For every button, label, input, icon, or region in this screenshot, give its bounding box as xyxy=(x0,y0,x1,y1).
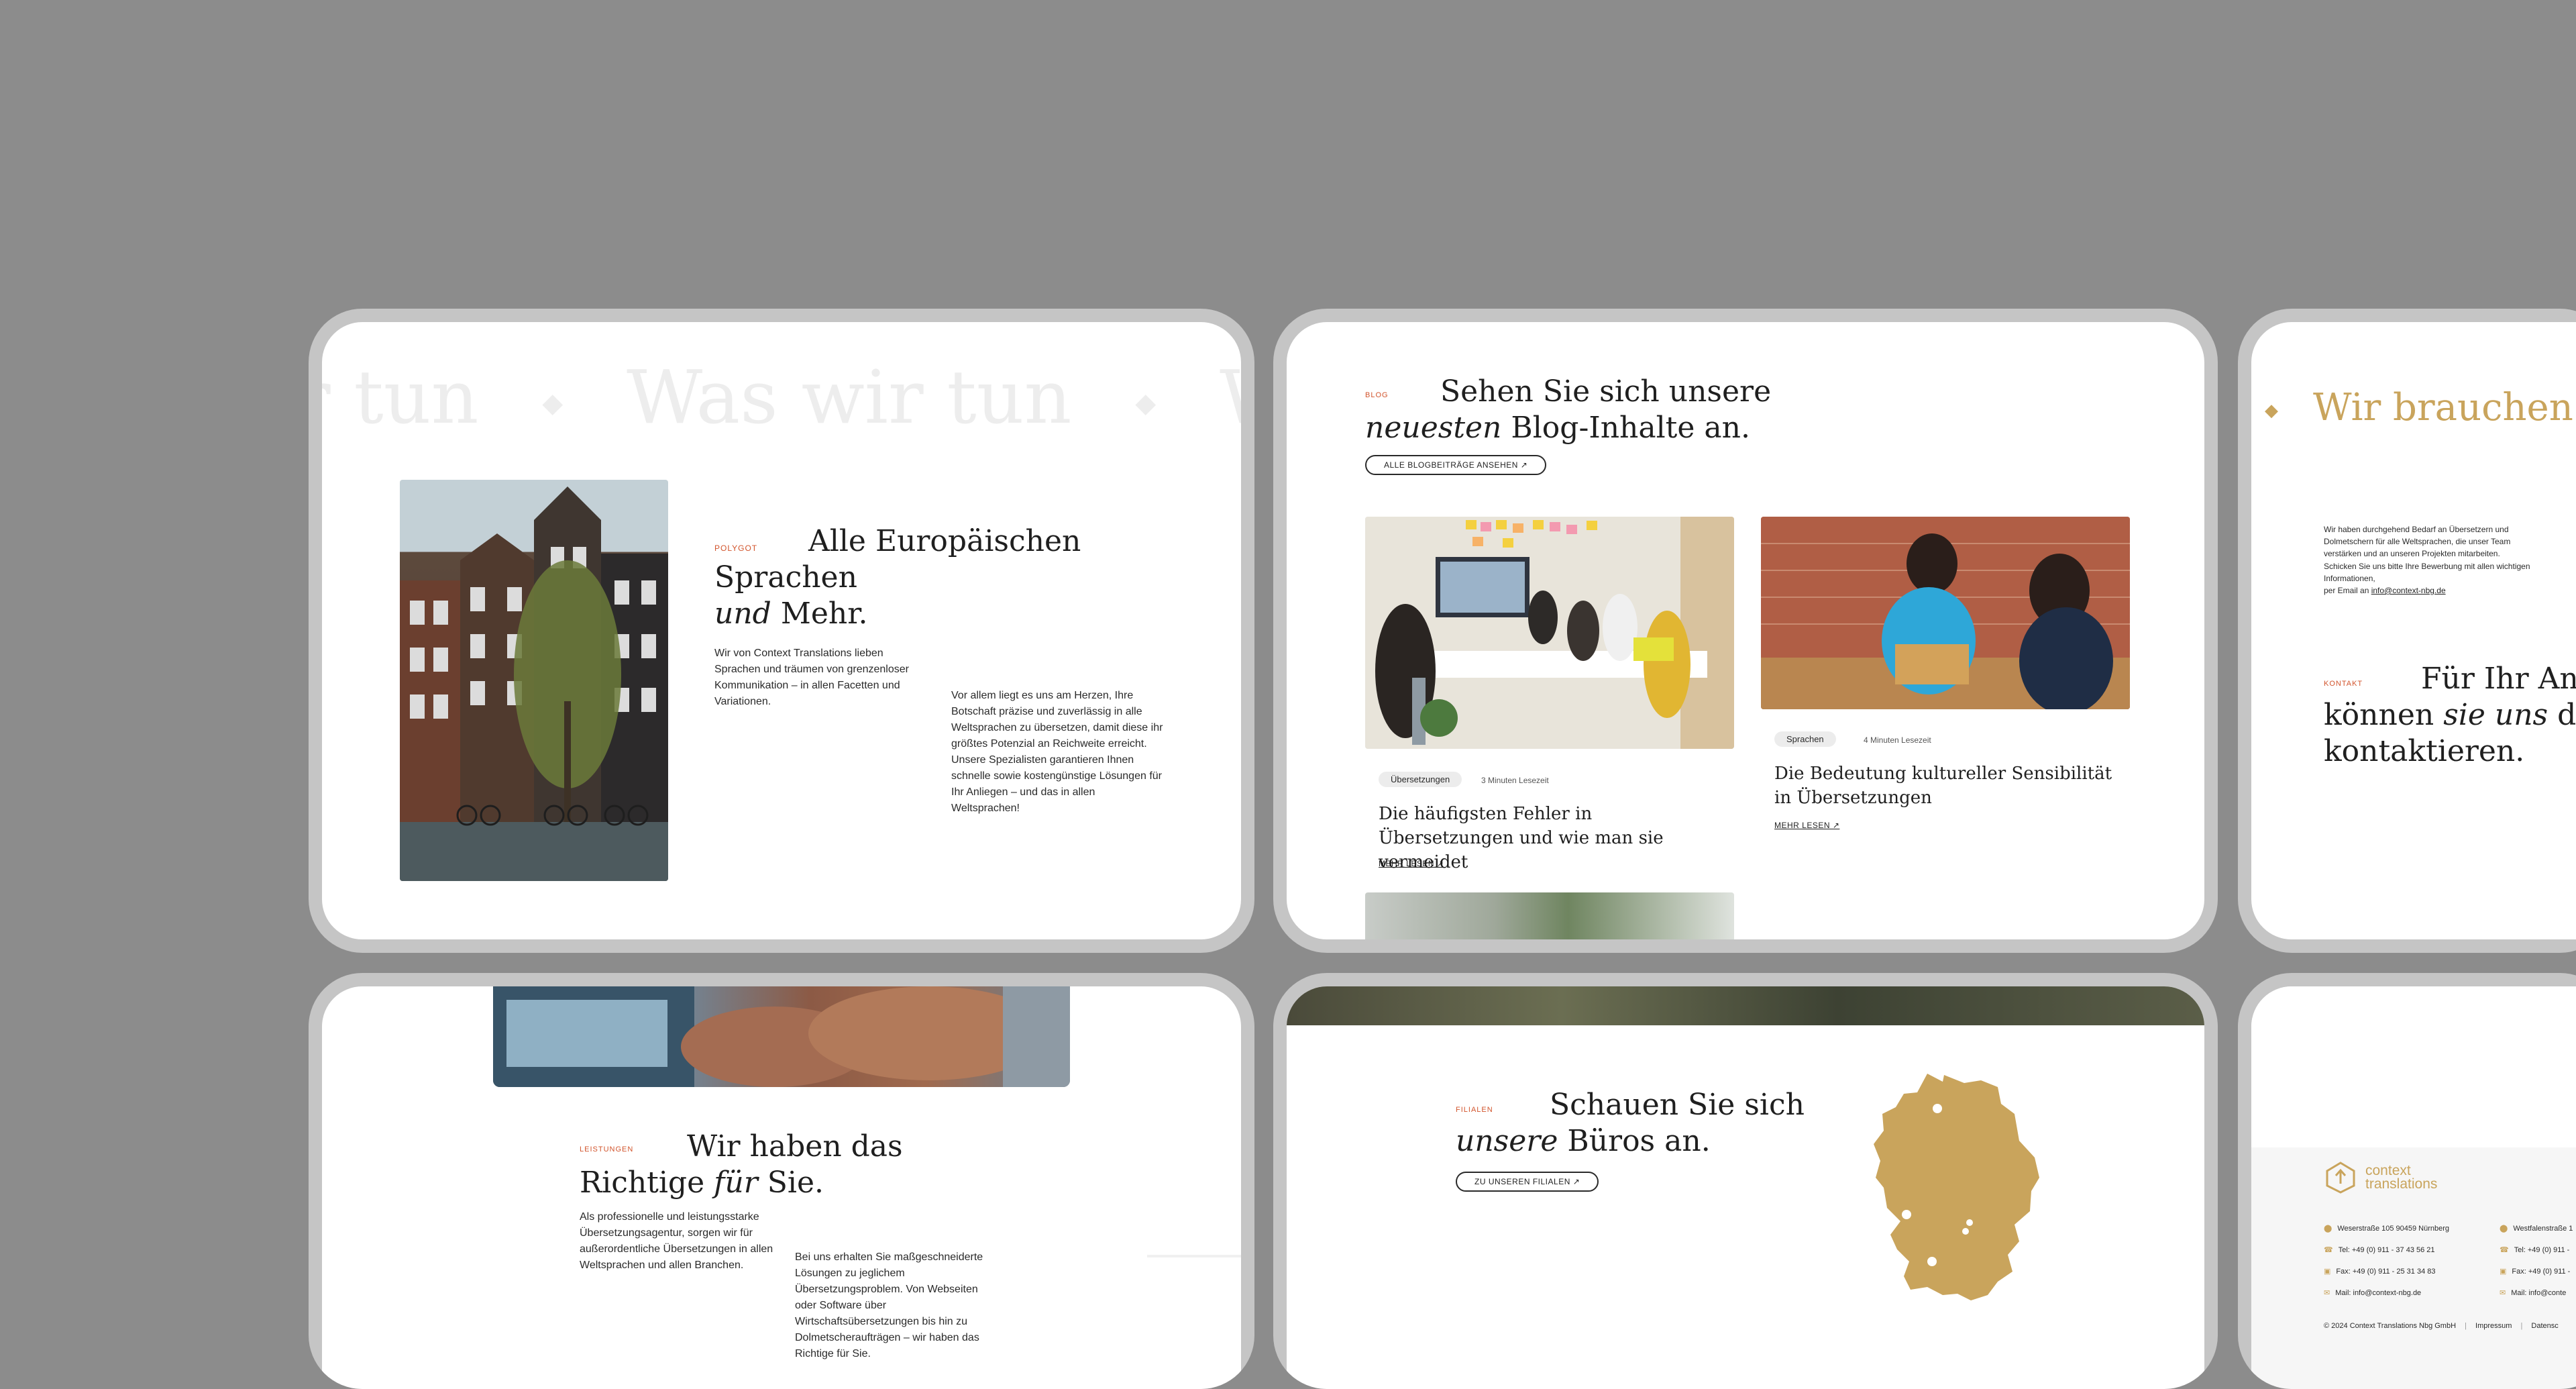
blog-post-image-plants[interactable] xyxy=(1365,892,1734,939)
mail-text[interactable]: Mail: info@conte xyxy=(2511,1289,2566,1297)
phone-text[interactable]: Tel: +49 (0) 911 - 37 43 56 21 xyxy=(2339,1246,2435,1254)
phone-icon: ☎ xyxy=(2324,1246,2333,1254)
post-title[interactable]: Die Bedeutung kultureller Sensibilität i… xyxy=(1774,762,2123,810)
logo-text-line1: context xyxy=(2365,1163,2411,1178)
house-illustration xyxy=(400,486,668,881)
mail-text[interactable]: Mail: info@context-nbg.de xyxy=(2335,1289,2421,1297)
conversation-illustration xyxy=(1761,517,2130,709)
company-logo[interactable]: context translations xyxy=(2324,1161,2437,1194)
offices-button[interactable]: ZU UNSEREN FILIALEN ↗ xyxy=(1456,1172,1599,1192)
location-pin-icon: ⬤ xyxy=(2324,1225,2332,1233)
footer-legal-row: © 2024 Context Translations Nbg GmbH | I… xyxy=(2324,1322,2559,1330)
card-content: BLOG Sehen Sie sich unsere neuesten Blog… xyxy=(1287,322,2204,939)
preview-card-footer: context translations ⬤ Weserstraße 105 90… xyxy=(2238,973,2576,1389)
office-meeting-illustration xyxy=(1365,517,1734,749)
section-heading: Wir haben das Richtige für Sie. xyxy=(580,1129,903,1200)
address-text: Weserstraße 105 90459 Nürnberg xyxy=(2337,1225,2450,1233)
careers-paragraph-1: Wir haben durchgehend Bedarf an Übersetz… xyxy=(2324,525,2511,558)
typing-hands-illustration xyxy=(493,986,1070,1087)
germany-map[interactable] xyxy=(1864,1067,2045,1308)
address-column-2: ⬤ Westfalenstraße 1 ☎ Tel: +49 (0) 911 - ▣… xyxy=(2500,1218,2573,1304)
careers-paragraph-2: Schicken Sie uns bitte Ihre Bewerbung mi… xyxy=(2324,562,2530,595)
forest-banner-photo xyxy=(1287,986,2204,1025)
footer-top-area xyxy=(2251,986,2576,1147)
mail-icon: ✉ xyxy=(2324,1289,2330,1297)
location-pin-icon: ⬤ xyxy=(2500,1225,2508,1233)
card-content: r tun ◆ Was wir tun ◆ Was wi xyxy=(322,322,1241,939)
post-readtime: 3 Minuten Lesezeit xyxy=(1481,776,1549,785)
logo-text-line2: translations xyxy=(2365,1176,2438,1192)
section-heading: Sehen Sie sich unsere neuesten Blog-Inha… xyxy=(1365,374,1772,445)
post-category-tag[interactable]: Sprachen xyxy=(1774,731,1836,747)
germany-map-shape xyxy=(1874,1074,2039,1300)
card-content: LEISTUNGEN Wir haben das Richtige für Si… xyxy=(322,986,1241,1389)
fax-icon: ▣ xyxy=(2500,1268,2507,1276)
impressum-link[interactable]: Impressum xyxy=(2475,1322,2512,1330)
card-content: FILIALEN Schauen Sie sich unsere Büros a… xyxy=(1287,986,2204,1389)
detail-paragraph: Bei uns erhalten Sie maßgeschneiderte Lö… xyxy=(795,1251,983,1359)
detail-paragraph: Vor allem liegt es uns am Herzen, Ihre B… xyxy=(951,690,1163,814)
phone-text[interactable]: Tel: +49 (0) 911 - xyxy=(2514,1246,2570,1254)
post-readtime: 4 Minuten Lesezeit xyxy=(1864,735,1931,745)
preview-card-blog: BLOG Sehen Sie sich unsere neuesten Blog… xyxy=(1273,309,2218,953)
laptop-typing-photo xyxy=(493,986,1070,1087)
blog-post-image-meeting[interactable] xyxy=(1365,517,1734,749)
phone-icon: ☎ xyxy=(2500,1246,2509,1254)
logo-mark-icon xyxy=(2326,1162,2355,1194)
section-heading: Schauen Sie sich unsere Büros an. xyxy=(1456,1088,1805,1158)
card-content: ◆Wir brauchen S Wir haben durchgehend Be… xyxy=(2251,322,2576,939)
read-more-link[interactable]: MEHR LESEN ↗ xyxy=(1774,821,1839,830)
section-heading: Alle Europäischen Sprachen und Mehr. xyxy=(714,524,1081,631)
amsterdam-house-photo xyxy=(400,480,668,881)
fax-text: Fax: +49 (0) 911 - 25 31 34 83 xyxy=(2336,1268,2436,1276)
all-blog-posts-button[interactable]: ALLE BLOGBEITRÄGE ANSEHEN ↗ xyxy=(1365,455,1547,475)
email-link[interactable]: info@context-nbg.de xyxy=(2371,586,2446,595)
blog-post-image-conversation[interactable] xyxy=(1761,517,2130,709)
preview-card-polyglot: r tun ◆ Was wir tun ◆ Was wi xyxy=(309,309,1254,953)
marquee-text: r tun ◆ Was wir tun ◆ Was wi xyxy=(322,354,1241,440)
divider xyxy=(1147,1255,1241,1257)
preview-card-services: LEISTUNGEN Wir haben das Richtige für Si… xyxy=(309,973,1254,1389)
address-text: Westfalenstraße 1 xyxy=(2513,1225,2573,1233)
preview-card-careers: ◆Wir brauchen S Wir haben durchgehend Be… xyxy=(2238,309,2576,953)
intro-paragraph: Als professionelle und leistungsstarke Ü… xyxy=(580,1211,773,1271)
fax-text: Fax: +49 (0) 911 - xyxy=(2512,1268,2571,1276)
marquee-text: ◆Wir brauchen S xyxy=(2265,386,2576,429)
post-category-tag[interactable]: Übersetzungen xyxy=(1379,772,1462,787)
copyright-text: © 2024 Context Translations Nbg GmbH xyxy=(2324,1322,2457,1330)
read-more-link[interactable]: MEHR LESEN ↗ xyxy=(1379,859,1444,868)
address-column-1: ⬤ Weserstraße 105 90459 Nürnberg ☎ Tel: +4… xyxy=(2324,1218,2449,1304)
privacy-link[interactable]: Datensc xyxy=(2531,1322,2558,1330)
preview-card-offices: FILIALEN Schauen Sie sich unsere Büros a… xyxy=(1273,973,2218,1389)
intro-paragraph: Wir von Context Translations lieben Spra… xyxy=(714,648,909,707)
fax-icon: ▣ xyxy=(2324,1268,2331,1276)
mail-icon: ✉ xyxy=(2500,1289,2506,1297)
section-heading: Für Ihr Anli können sie uns direkt konta… xyxy=(2324,662,2576,768)
card-content: context translations ⬤ Weserstraße 105 90… xyxy=(2251,986,2576,1389)
